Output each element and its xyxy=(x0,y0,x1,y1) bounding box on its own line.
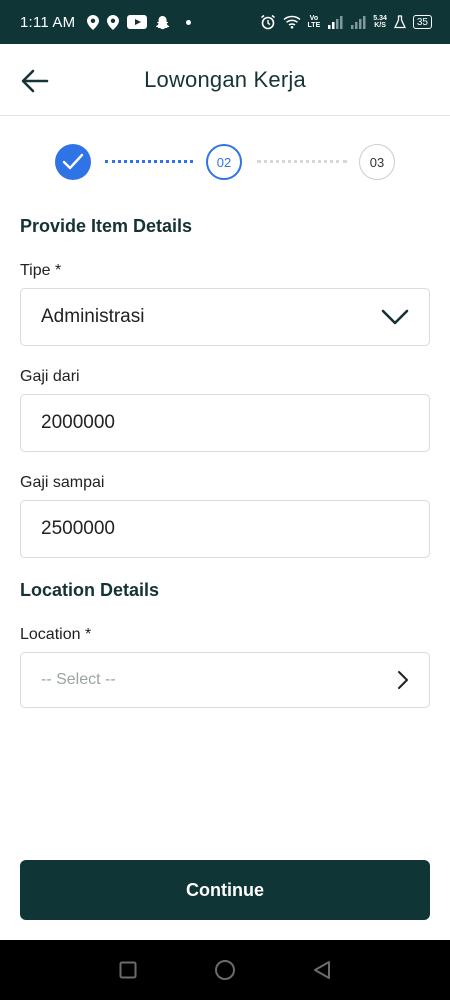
progress-stepper: 02 03 xyxy=(55,144,395,182)
back-button[interactable] xyxy=(20,66,50,96)
system-nav-bar xyxy=(0,940,450,1000)
youtube-icon xyxy=(127,15,148,29)
wifi-icon xyxy=(283,15,301,29)
location-pin-icon xyxy=(87,14,100,30)
square-icon xyxy=(119,961,137,979)
tipe-dropdown[interactable]: Administrasi xyxy=(20,288,430,346)
signal-icon xyxy=(350,15,366,29)
gaji-sampai-value: 2500000 xyxy=(41,518,115,539)
checkmark-icon xyxy=(62,153,84,170)
flask-icon xyxy=(393,15,406,29)
gaji-dari-label: Gaji dari xyxy=(20,368,80,385)
battery-icon: 35 xyxy=(412,15,432,29)
continue-button[interactable]: Continue xyxy=(20,860,430,920)
gaji-dari-value: 2000000 xyxy=(41,412,115,433)
location-placeholder: -- Select -- xyxy=(41,671,116,688)
chevron-right-icon xyxy=(397,670,409,690)
triangle-back-icon xyxy=(313,961,330,979)
network-speed: 5.34 K/S xyxy=(373,15,387,29)
step-connector-inactive xyxy=(257,160,347,164)
location-select[interactable]: -- Select -- xyxy=(20,652,430,708)
tipe-selected-value: Administrasi xyxy=(41,306,145,327)
signal-icon xyxy=(327,15,343,29)
notification-dot-icon xyxy=(186,19,192,25)
volte-top: Vo xyxy=(309,15,319,22)
back-nav-button[interactable] xyxy=(310,958,334,982)
section-title-item-details: Provide Item Details xyxy=(20,216,193,236)
status-left: 1:11 AM xyxy=(20,13,192,31)
arrow-left-icon xyxy=(21,69,49,93)
status-right: Vo LTE 5.34 K/S 35 xyxy=(260,14,432,30)
volte-bottom: LTE xyxy=(307,22,321,29)
chevron-down-icon xyxy=(381,309,409,325)
step-1-completed xyxy=(55,144,91,180)
circle-icon xyxy=(214,960,235,980)
section-title-location-details: Location Details xyxy=(20,580,160,600)
location-pin-icon xyxy=(107,14,120,30)
status-bar: 1:11 AM Vo LTE 5.34 K/S 35 xyxy=(0,0,450,44)
app-header: Lowongan Kerja xyxy=(0,44,450,116)
snapchat-icon xyxy=(155,15,170,30)
volte-indicator: Vo LTE xyxy=(308,15,321,29)
recents-button[interactable] xyxy=(116,958,140,982)
gaji-sampai-input[interactable]: 2500000 xyxy=(20,500,430,558)
home-button[interactable] xyxy=(213,958,237,982)
step-3-pending: 03 xyxy=(359,144,395,180)
tipe-label: Tipe * xyxy=(20,262,62,279)
net-speed-unit: K/S xyxy=(374,22,386,29)
net-speed-value: 5.34 xyxy=(373,15,387,22)
alarm-icon xyxy=(260,14,276,30)
gaji-dari-input[interactable]: 2000000 xyxy=(20,394,430,452)
step-connector-active xyxy=(105,160,193,164)
location-label: Location * xyxy=(20,626,92,643)
status-time: 1:11 AM xyxy=(20,13,76,31)
page-title: Lowongan Kerja xyxy=(144,66,306,92)
gaji-sampai-label: Gaji sampai xyxy=(20,474,105,491)
step-2-current: 02 xyxy=(206,144,242,180)
